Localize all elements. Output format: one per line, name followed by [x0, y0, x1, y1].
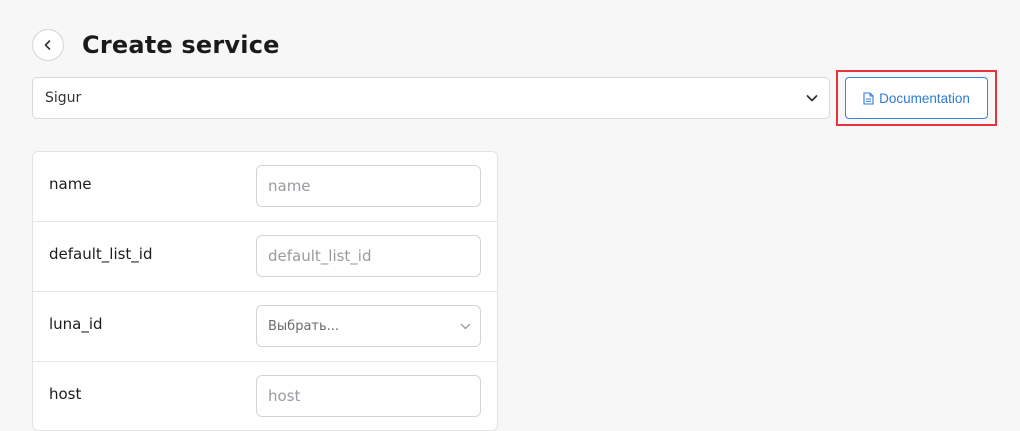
form-row-host: host — [33, 362, 497, 430]
luna-id-placeholder: Выбрать... — [268, 318, 340, 334]
field-label: host — [49, 385, 82, 403]
host-input[interactable] — [256, 375, 481, 417]
service-type-value: Sigur — [45, 90, 82, 106]
field-label: name — [49, 175, 92, 193]
field-label: luna_id — [49, 315, 103, 333]
form-row-name: name — [33, 152, 497, 222]
back-button[interactable] — [32, 29, 64, 61]
name-input[interactable] — [256, 165, 481, 207]
field-label: default_list_id — [49, 245, 153, 263]
service-form: name default_list_id luna_id Выбрать... … — [32, 151, 498, 431]
default-list-id-input[interactable] — [256, 235, 481, 277]
form-row-default-list-id: default_list_id — [33, 222, 497, 292]
document-icon — [863, 91, 874, 105]
chevron-down-icon — [460, 323, 471, 330]
chevron-down-icon — [806, 95, 818, 102]
page-title: Create service — [82, 31, 280, 59]
page-header: Create service — [32, 28, 280, 62]
chevron-left-icon — [44, 40, 51, 50]
form-row-luna-id: luna_id Выбрать... — [33, 292, 497, 362]
documentation-button[interactable]: Documentation — [845, 77, 988, 119]
luna-id-select[interactable]: Выбрать... — [256, 305, 481, 347]
documentation-label: Documentation — [879, 90, 970, 106]
service-type-select[interactable]: Sigur — [32, 77, 830, 119]
